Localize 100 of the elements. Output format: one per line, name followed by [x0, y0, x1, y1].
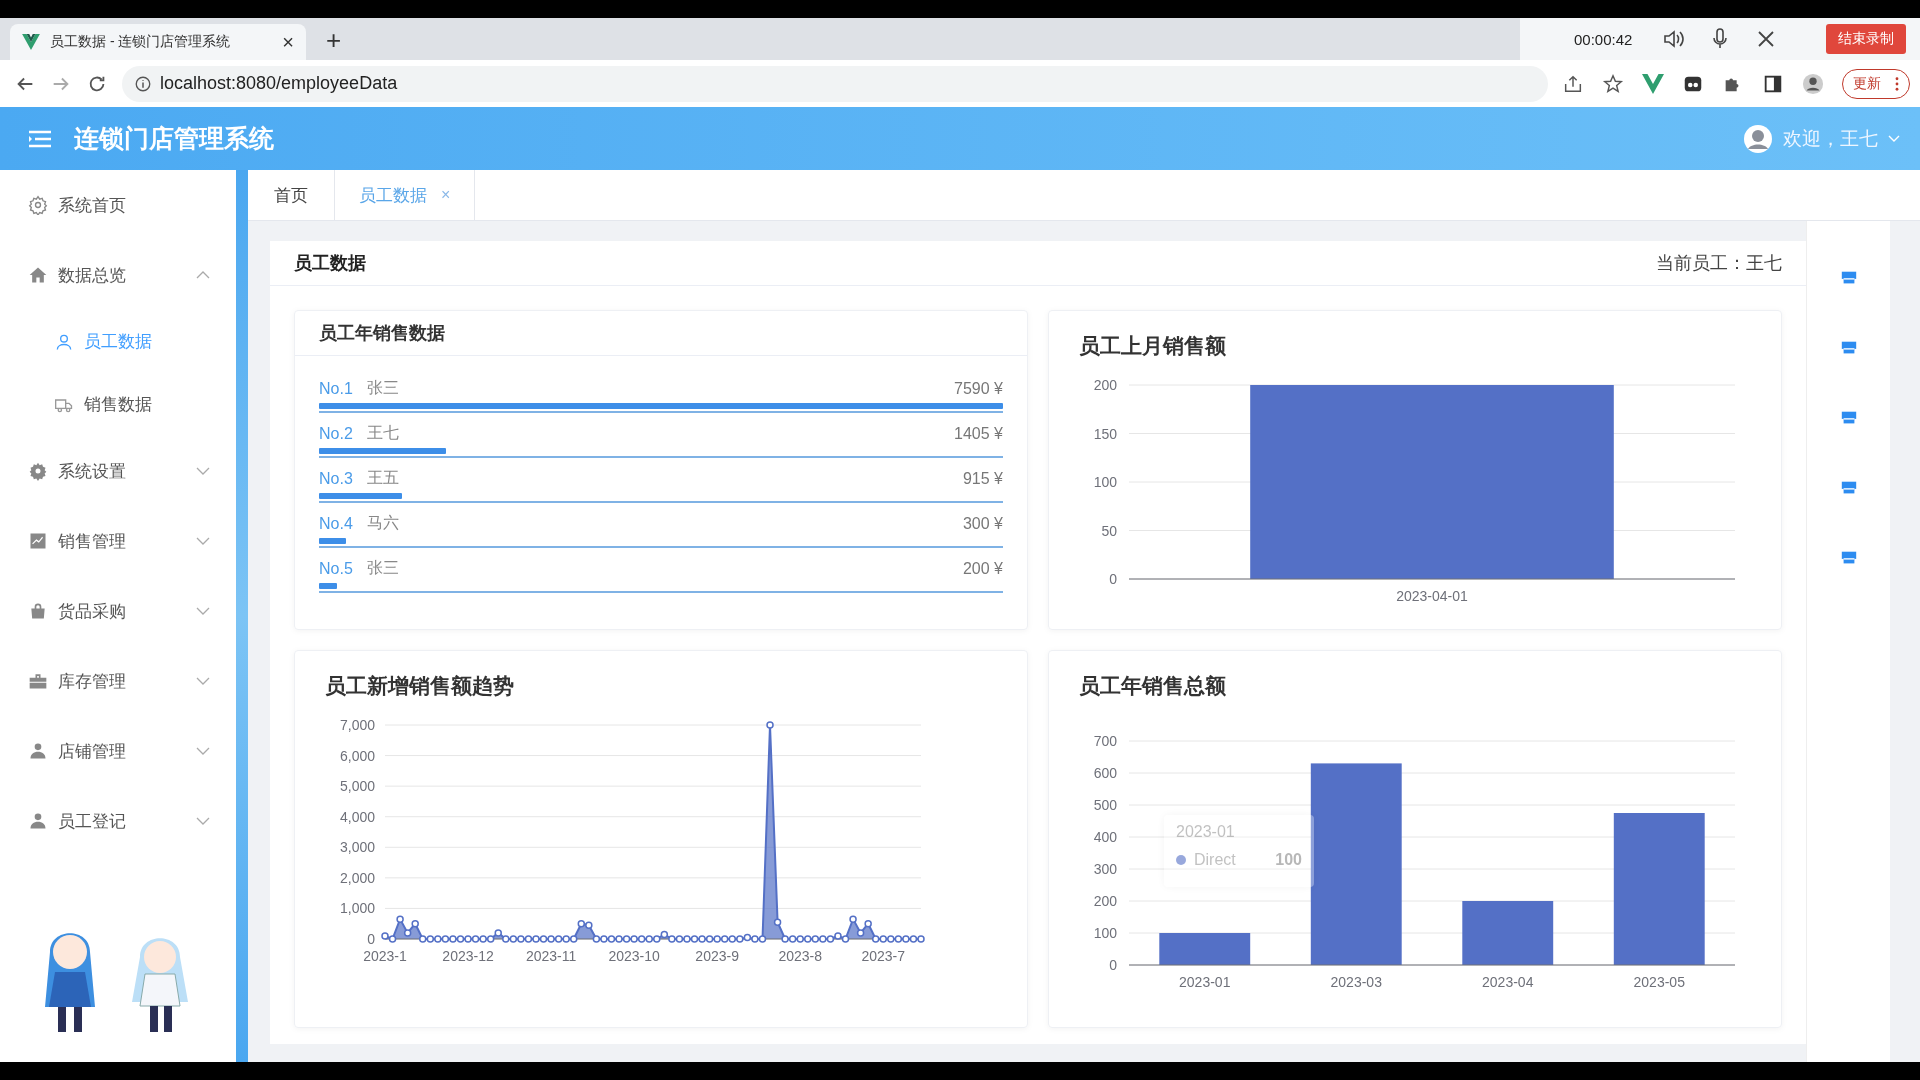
sidebar-item[interactable]: 店铺管理: [0, 716, 236, 786]
data-point[interactable]: [736, 935, 744, 943]
data-point[interactable]: [388, 935, 397, 943]
data-point[interactable]: [834, 932, 842, 940]
data-point[interactable]: [917, 935, 925, 943]
data-point[interactable]: [698, 935, 706, 943]
data-point[interactable]: [607, 935, 616, 943]
rank-label: No.1: [319, 379, 353, 398]
data-point[interactable]: [502, 935, 510, 943]
data-point[interactable]: [554, 935, 563, 943]
data-point[interactable]: [826, 935, 835, 943]
data-point[interactable]: [403, 929, 412, 937]
page-tab[interactable]: 首页: [248, 170, 335, 220]
gear-icon: [28, 195, 48, 215]
data-point[interactable]: [856, 929, 865, 937]
data-point[interactable]: [871, 935, 880, 943]
browser-tab[interactable]: 员工数据 - 连锁门店管理系统 ×: [10, 24, 306, 60]
data-point[interactable]: [539, 935, 548, 943]
axis-label: 700: [1093, 733, 1117, 749]
data-point[interactable]: [426, 935, 435, 943]
new-tab-button[interactable]: +: [326, 25, 342, 56]
info-icon[interactable]: [134, 74, 152, 93]
data-point[interactable]: [668, 935, 676, 943]
data-point[interactable]: [441, 935, 450, 943]
data-point[interactable]: [894, 935, 903, 943]
data-point[interactable]: [758, 935, 767, 943]
data-point[interactable]: [547, 935, 555, 943]
data-point[interactable]: [449, 935, 457, 943]
data-point[interactable]: [517, 935, 525, 943]
data-point[interactable]: [592, 935, 601, 943]
sidebar-item[interactable]: 货品采购: [0, 576, 236, 646]
data-point[interactable]: [509, 935, 518, 943]
data-point[interactable]: [887, 935, 895, 943]
data-point[interactable]: [849, 915, 857, 923]
v-logo-icon[interactable]: [1642, 72, 1664, 95]
data-point[interactable]: [788, 935, 797, 943]
data-point[interactable]: [570, 935, 578, 943]
data-point[interactable]: [811, 935, 820, 943]
sidebar-item[interactable]: 库存管理: [0, 646, 236, 716]
data-point[interactable]: [456, 935, 465, 943]
sidebar-item[interactable]: 销售数据: [0, 373, 236, 436]
data-point[interactable]: [486, 935, 495, 943]
star-icon[interactable]: [1602, 72, 1624, 95]
data-point[interactable]: [645, 935, 653, 943]
data-point[interactable]: [804, 935, 812, 943]
stop-recording-button[interactable]: 结束录制: [1826, 24, 1906, 54]
data-point[interactable]: [479, 935, 487, 943]
data-point[interactable]: [879, 935, 887, 943]
update-button[interactable]: 更新: [1842, 68, 1910, 99]
data-point[interactable]: [728, 935, 736, 943]
data-point[interactable]: [562, 935, 570, 943]
data-point[interactable]: [751, 935, 759, 943]
data-point[interactable]: [396, 915, 404, 923]
data-point[interactable]: [720, 935, 729, 943]
sidebar-item[interactable]: 销售管理: [0, 506, 236, 576]
data-point[interactable]: [781, 935, 789, 943]
briefcase-icon: [28, 671, 48, 691]
data-point[interactable]: [653, 935, 661, 943]
sidebar-item[interactable]: 数据总览: [0, 240, 236, 310]
data-point[interactable]: [902, 935, 910, 943]
data-point[interactable]: [637, 935, 646, 943]
data-point[interactable]: [773, 918, 782, 926]
data-point[interactable]: [381, 932, 389, 940]
bag-icon: [28, 601, 48, 621]
data-point[interactable]: [909, 935, 918, 943]
data-point[interactable]: [766, 721, 774, 729]
data-point[interactable]: [577, 919, 586, 928]
data-point[interactable]: [713, 935, 721, 943]
data-point[interactable]: [585, 921, 593, 929]
more-icon[interactable]: [1895, 76, 1899, 91]
data-point[interactable]: [411, 919, 419, 928]
data-point[interactable]: [630, 935, 638, 943]
sidebar-item[interactable]: 系统设置: [0, 436, 236, 506]
profile-icon[interactable]: [1802, 72, 1824, 95]
data-point[interactable]: [660, 930, 669, 939]
data-point[interactable]: [471, 935, 480, 943]
data-point[interactable]: [675, 935, 684, 943]
data-point[interactable]: [705, 935, 714, 943]
data-point[interactable]: [494, 929, 502, 937]
data-point[interactable]: [524, 935, 533, 943]
data-point[interactable]: [796, 935, 804, 943]
data-point[interactable]: [615, 935, 623, 943]
sidebar-item[interactable]: 员工登记: [0, 786, 236, 856]
data-point[interactable]: [841, 935, 850, 943]
data-point[interactable]: [683, 935, 691, 943]
data-point[interactable]: [600, 935, 608, 943]
data-point[interactable]: [690, 935, 699, 943]
data-point[interactable]: [419, 935, 427, 943]
data-point[interactable]: [464, 935, 472, 943]
data-point[interactable]: [819, 935, 827, 943]
data-point[interactable]: [743, 933, 752, 942]
close-tab-button[interactable]: ×: [282, 30, 294, 54]
avatar-icon[interactable]: [1743, 123, 1773, 154]
data-point[interactable]: [864, 919, 872, 928]
menu-icon[interactable]: [28, 128, 52, 149]
data-point[interactable]: [532, 935, 540, 943]
sidebar-item[interactable]: 系统首页: [0, 170, 236, 240]
data-point[interactable]: [622, 935, 631, 943]
address-field[interactable]: localhost:8080/employeeData: [122, 65, 1548, 102]
data-point[interactable]: [434, 935, 442, 943]
